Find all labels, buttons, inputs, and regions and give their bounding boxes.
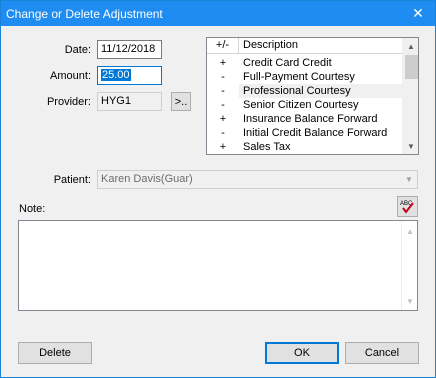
- chevron-down-icon: ▼: [405, 175, 413, 184]
- scroll-up-icon[interactable]: ▲: [403, 38, 418, 54]
- list-item[interactable]: + Sales Tax: [207, 140, 403, 154]
- amount-label: Amount:: [50, 70, 91, 82]
- date-label: Date:: [64, 44, 91, 56]
- ok-button[interactable]: OK: [265, 342, 339, 364]
- adjustment-sign: +: [219, 57, 227, 69]
- list-scrollbar[interactable]: ▲ ▼: [402, 38, 418, 154]
- window-title: Change or Delete Adjustment: [6, 7, 163, 21]
- adjustment-description: Full-Payment Courtesy: [243, 71, 355, 83]
- provider-value: HYG1: [101, 95, 131, 107]
- scroll-down-icon[interactable]: ▼: [402, 293, 418, 309]
- title-bar[interactable]: Change or Delete Adjustment ✕: [1, 1, 435, 26]
- adjustment-sign: -: [221, 99, 225, 111]
- adjustment-description: Senior Citizen Courtesy: [243, 99, 359, 111]
- list-header: +/- Description: [207, 38, 403, 54]
- scroll-thumb[interactable]: [405, 55, 418, 79]
- amount-field[interactable]: 25.00: [97, 66, 162, 85]
- spell-check-button[interactable]: ABC: [397, 196, 418, 217]
- adjustment-type-list[interactable]: +/- Description + Credit Card Credit - Full…: [206, 37, 419, 155]
- list-item[interactable]: + Insurance Balance Forward: [207, 112, 403, 126]
- provider-lookup-button[interactable]: >..: [171, 92, 191, 111]
- list-item[interactable]: - Initial Credit Balance Forward: [207, 126, 403, 140]
- adjustment-description: Professional Courtesy: [239, 84, 403, 98]
- patient-select[interactable]: Karen Davis(Guar) ▼: [97, 170, 418, 189]
- note-label: Note:: [19, 203, 46, 215]
- cancel-button[interactable]: Cancel: [345, 342, 419, 364]
- column-header-description[interactable]: Description: [239, 38, 298, 53]
- adjustment-description: Credit Card Credit: [243, 57, 332, 69]
- adjustment-sign: -: [221, 127, 225, 139]
- date-field[interactable]: 11/12/2018: [97, 40, 162, 59]
- scroll-down-icon[interactable]: ▼: [403, 138, 418, 154]
- adjustment-description: Sales Tax: [243, 141, 291, 153]
- amount-value: 25.00: [101, 69, 131, 81]
- delete-button[interactable]: Delete: [18, 342, 92, 364]
- list-item[interactable]: + Credit Card Credit: [207, 56, 403, 70]
- provider-field: HYG1: [97, 92, 162, 111]
- adjustment-sign: -: [221, 71, 225, 83]
- patient-label: Patient:: [53, 174, 91, 186]
- column-header-sign[interactable]: +/-: [207, 38, 239, 53]
- adjustment-sign: -: [221, 85, 225, 97]
- adjustment-description: Insurance Balance Forward: [243, 113, 378, 125]
- note-scrollbar[interactable]: ▲ ▼: [401, 221, 417, 310]
- adjustment-sign: +: [219, 141, 227, 153]
- adjustment-sign: +: [219, 113, 227, 125]
- list-item[interactable]: - Senior Citizen Courtesy: [207, 98, 403, 112]
- note-textarea[interactable]: ▲ ▼: [18, 220, 418, 311]
- scroll-up-icon[interactable]: ▲: [402, 223, 418, 239]
- list-item[interactable]: - Professional Courtesy: [207, 84, 403, 98]
- provider-label: Provider:: [46, 96, 91, 108]
- date-value: 11/12/2018: [101, 43, 156, 55]
- adjustment-dialog: Change or Delete Adjustment ✕ Date: 11/1…: [0, 0, 436, 378]
- list-rows: + Credit Card Credit - Full-Payment Courtes…: [207, 56, 403, 154]
- close-icon[interactable]: ✕: [401, 1, 435, 26]
- patient-value: Karen Davis(Guar): [101, 173, 193, 185]
- spell-check-icon: ABC: [400, 201, 414, 214]
- list-item[interactable]: - Full-Payment Courtesy: [207, 70, 403, 84]
- adjustment-description: Initial Credit Balance Forward: [243, 127, 388, 139]
